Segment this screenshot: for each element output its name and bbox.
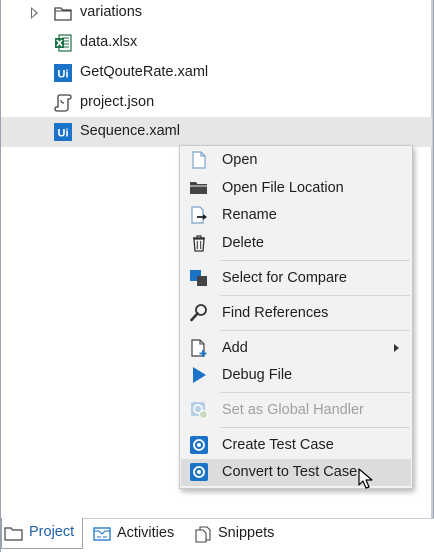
menu-item-debug-file[interactable]: Debug File	[181, 362, 411, 389]
menu-item-label: Find References	[222, 305, 329, 321]
menu-item-create-test-case[interactable]: Create Test Case	[181, 432, 411, 459]
menu-item-select-for-compare[interactable]: Select for Compare	[181, 265, 411, 292]
tree-item-variations[interactable]: variations	[1, 0, 432, 28]
menu-item-label: Add	[222, 340, 248, 356]
add-file-icon	[191, 339, 207, 357]
tab-label: Project	[29, 524, 75, 540]
menu-item-label: Open File Location	[222, 180, 344, 196]
tree-item-label: Sequence.xaml	[80, 123, 180, 139]
menu-item-label: Rename	[222, 207, 277, 223]
tree-item-sequence-xaml[interactable]: Ui Sequence.xaml	[1, 117, 432, 147]
expand-arrow-icon[interactable]	[31, 7, 38, 19]
test-case-icon	[190, 436, 208, 454]
menu-item-label: Convert to Test Case	[222, 464, 358, 480]
menu-item-delete[interactable]: Delete	[181, 230, 411, 257]
json-scroll-icon	[54, 94, 72, 112]
uipath-xaml-icon: Ui	[54, 123, 72, 141]
tree-item-project-json[interactable]: project.json	[1, 88, 432, 118]
tab-label: Activities	[117, 525, 175, 541]
menu-separator	[220, 427, 410, 428]
menu-item-label: Set as Global Handler	[222, 402, 364, 418]
bottom-tab-bar: Project Activities Snippets	[1, 518, 434, 552]
menu-item-convert-to-test-case[interactable]: Convert to Test Case	[181, 459, 411, 486]
tab-label: Snippets	[218, 525, 275, 541]
trash-icon	[193, 235, 205, 252]
document-icon	[192, 151, 206, 169]
excel-icon	[55, 34, 72, 52]
tab-activities[interactable]: Activities	[90, 519, 188, 549]
activities-icon	[93, 527, 111, 541]
menu-separator	[220, 330, 410, 331]
tree-item-label: project.json	[80, 94, 155, 110]
tab-snippets[interactable]: Snippets	[191, 519, 283, 549]
project-folder-icon	[4, 527, 23, 541]
tree-item-data-xlsx[interactable]: data.xlsx	[1, 28, 432, 58]
play-icon	[193, 367, 206, 383]
menu-item-open-file-location[interactable]: Open File Location	[181, 175, 411, 202]
tree-item-label: data.xlsx	[80, 34, 138, 50]
menu-item-open[interactable]: Open	[181, 147, 411, 174]
context-menu: Open Open File Location Rename Delete Se…	[179, 145, 413, 489]
submenu-arrow-icon	[394, 344, 399, 352]
rename-icon	[191, 206, 207, 224]
menu-item-label: Open	[222, 152, 258, 168]
tree-item-getqouterate-xaml[interactable]: Ui GetQouteRate.xaml	[1, 58, 432, 88]
global-handler-icon	[191, 402, 208, 419]
magnifier-icon	[190, 304, 207, 322]
menu-separator	[220, 260, 410, 261]
tab-project[interactable]: Project	[1, 518, 83, 549]
folder-icon	[54, 7, 72, 21]
tree-item-label: GetQouteRate.xaml	[80, 64, 209, 80]
svg-text:Ui: Ui	[58, 69, 69, 81]
tree-item-label: variations	[80, 4, 143, 20]
menu-item-rename[interactable]: Rename	[181, 202, 411, 229]
menu-item-set-as-global-handler: Set as Global Handler	[181, 397, 411, 424]
project-panel: variations data.xlsx Ui GetQouteRate.xam…	[0, 0, 434, 552]
snippets-icon	[195, 526, 211, 543]
menu-separator	[220, 392, 410, 393]
compare-icon	[190, 270, 207, 286]
menu-item-label: Select for Compare	[222, 270, 347, 286]
menu-item-add[interactable]: Add	[181, 335, 411, 362]
uipath-xaml-icon: Ui	[54, 64, 72, 82]
mouse-pointer-icon	[358, 468, 373, 489]
menu-separator	[220, 295, 410, 296]
menu-item-label: Debug File	[222, 367, 293, 383]
menu-item-find-references[interactable]: Find References	[181, 300, 411, 327]
test-case-icon	[190, 463, 208, 481]
menu-item-label: Create Test Case	[222, 437, 334, 453]
folder-open-icon	[190, 182, 207, 194]
svg-text:Ui: Ui	[58, 128, 69, 140]
menu-item-label: Delete	[222, 235, 264, 251]
